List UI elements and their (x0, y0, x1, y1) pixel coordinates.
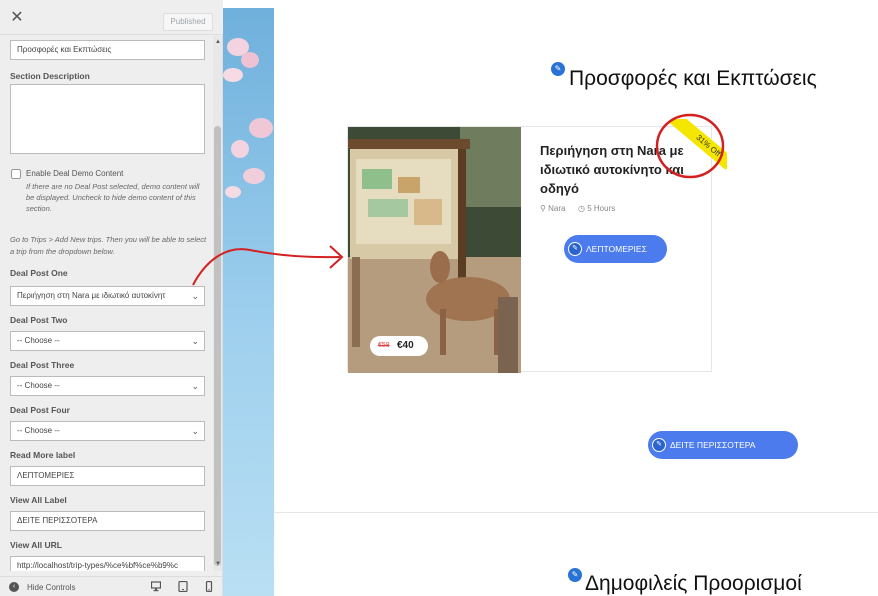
annotation-overlay (192, 113, 725, 286)
customizer-screen: ✕ Published Προσφορές και Εκπτώσεις Sect… (0, 0, 878, 596)
